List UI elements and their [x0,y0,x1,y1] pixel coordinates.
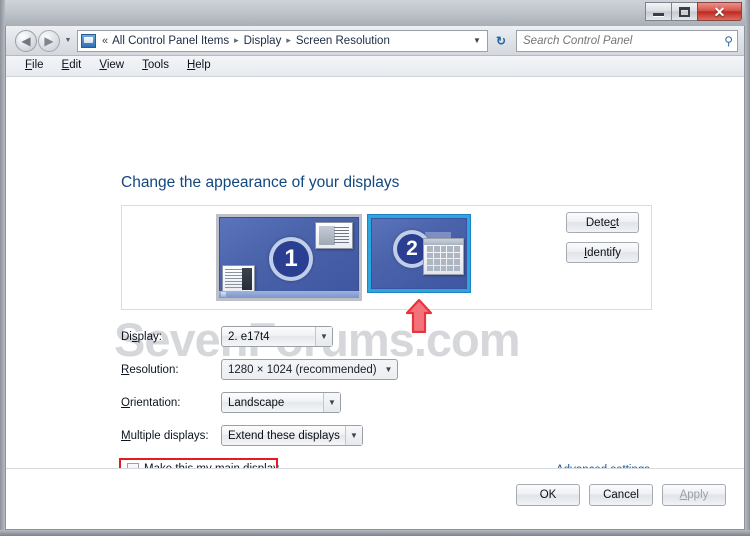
back-icon: ◀ [21,33,31,48]
window-border-right [745,0,750,536]
window-controls: ✕ [645,2,742,22]
identify-button[interactable]: Identify [566,242,639,263]
menu-rest-view: iew [106,59,125,72]
calendar-gadget-icon [423,238,464,275]
resolution-label: Resolution: [121,364,221,376]
annotation-arrow-icon [405,299,433,333]
chevron-down-icon: ▼ [323,393,340,412]
orientation-label-accel: O [121,396,130,409]
window-border-bottom [0,530,750,536]
orientation-label: Orientation: [121,397,221,409]
search-box[interactable]: ⚲ [516,29,738,52]
detect-button[interactable]: Dete c t [566,212,639,233]
menu-accel-view: V [99,59,107,72]
menu-accel-file: F [25,59,33,72]
calendar-grid [427,246,460,271]
resolution-field-row: Resolution: 1280 × 1024 (recommended) ▼ [121,359,398,380]
chevron-down-icon: ▼ [345,426,362,445]
resolution-select-value: 1280 × 1024 (recommended) [228,363,377,376]
ok-button[interactable]: OK [516,484,580,506]
recent-pages-button[interactable]: ▼ [62,37,74,44]
orientation-label-post: rientation: [129,396,181,409]
address-toolbar: ◀ ▶ ▼ « All Control Panel Items ▸ Displa… [6,26,744,56]
resolution-select[interactable]: 1280 × 1024 (recommended) ▼ [221,359,398,380]
close-icon: ✕ [713,3,726,20]
menu-rest-edit: dit [69,59,82,72]
desktop-window-icon [315,222,353,249]
menu-item-tools[interactable]: Tools [133,58,178,74]
menu-item-edit[interactable]: Edit [53,58,91,74]
page-title: Change the appearance of your displays [121,174,400,191]
apply-label-post: pply [687,489,709,501]
dialog-footer: OK Cancel Apply [6,469,744,528]
multiple-displays-field-row: Multiple displays: Extend these displays… [121,425,363,446]
taskbar-preview [219,291,359,298]
search-icon: ⚲ [724,33,733,48]
display-select-value: 2. e17t4 [228,330,270,343]
display-field-row: Display: 2. e17t4 ▼ [121,326,333,347]
menu-item-file[interactable]: File [16,58,53,74]
cancel-button[interactable]: Cancel [589,484,653,506]
display-label-post: play: [137,330,162,343]
double-chevron-icon: « [102,34,109,47]
multiple-displays-select-value: Extend these displays [228,429,340,442]
breadcrumb-all-control-panel-items[interactable]: All Control Panel Items [111,35,230,47]
display-label: Display: [121,331,221,343]
apply-label-accel: A [679,489,688,501]
minimize-button[interactable] [645,2,672,21]
orientation-field-row: Orientation: Landscape ▼ [121,392,341,413]
page-content: Change the appearance of your displays 1… [6,77,744,528]
minimize-icon [653,13,664,16]
orientation-select[interactable]: Landscape ▼ [221,392,341,413]
display-select[interactable]: 2. e17t4 ▼ [221,326,333,347]
resolution-label-post: esolution: [129,363,179,376]
forward-button[interactable]: ▶ [38,29,60,52]
multiple-displays-label-accel: M [121,429,131,442]
breadcrumb-screen-resolution[interactable]: Screen Resolution [295,35,391,47]
breadcrumb-display[interactable]: Display [243,35,283,47]
refresh-button[interactable]: ↻ [490,30,512,52]
multiple-displays-label-post: ultiple displays: [130,429,209,442]
chevron-down-icon: ▼ [64,37,72,44]
menu-rest-file: ile [32,59,44,72]
window-frame: ✕ ◀ ▶ ▼ « All Control Panel Items ▸ Disp… [0,0,750,536]
detect-label-post: t [615,216,620,229]
orientation-select-value: Landscape [228,396,285,409]
apply-button: Apply [662,484,726,506]
multiple-displays-select[interactable]: Extend these displays ▼ [221,425,363,446]
chevron-down-icon: ▼ [384,365,393,374]
window-client-area: ◀ ▶ ▼ « All Control Panel Items ▸ Displa… [5,26,745,530]
back-button[interactable]: ◀ [15,29,37,52]
address-bar[interactable]: « All Control Panel Items ▸ Display ▸ Sc… [77,29,488,52]
title-bar [0,0,750,26]
multiple-displays-label: Multiple displays: [121,430,221,442]
chevron-down-icon: ▼ [315,327,332,346]
breadcrumb-separator-icon[interactable]: ▸ [282,35,295,46]
breadcrumb-separator-icon[interactable]: ▸ [230,35,243,46]
menu-bar: File Edit View Tools Help [6,56,744,77]
detect-label-pre: Dete [585,216,611,229]
display-label-pre: Di [121,330,132,343]
close-button[interactable]: ✕ [697,2,742,21]
refresh-icon: ↻ [495,33,507,48]
search-input[interactable] [521,33,725,48]
monitor-preview-1[interactable]: 1 [216,214,362,301]
maximize-icon [679,6,690,17]
address-dropdown-icon[interactable]: ▼ [469,36,485,45]
monitor-number-1: 1 [269,237,313,281]
maximize-button[interactable] [671,2,698,21]
desktop-window-icon [222,265,255,292]
menu-item-view[interactable]: View [90,58,133,74]
identify-label-post: dentify [587,246,622,259]
menu-rest-help: elp [195,59,211,72]
monitor-preview-2[interactable]: 2 [368,215,470,292]
display-preview-actions: Dete c t Identify [566,212,639,263]
menu-item-help[interactable]: Help [178,58,220,74]
forward-icon: ▶ [44,33,54,48]
menu-rest-tools: ools [147,59,169,72]
control-panel-icon [81,33,96,48]
